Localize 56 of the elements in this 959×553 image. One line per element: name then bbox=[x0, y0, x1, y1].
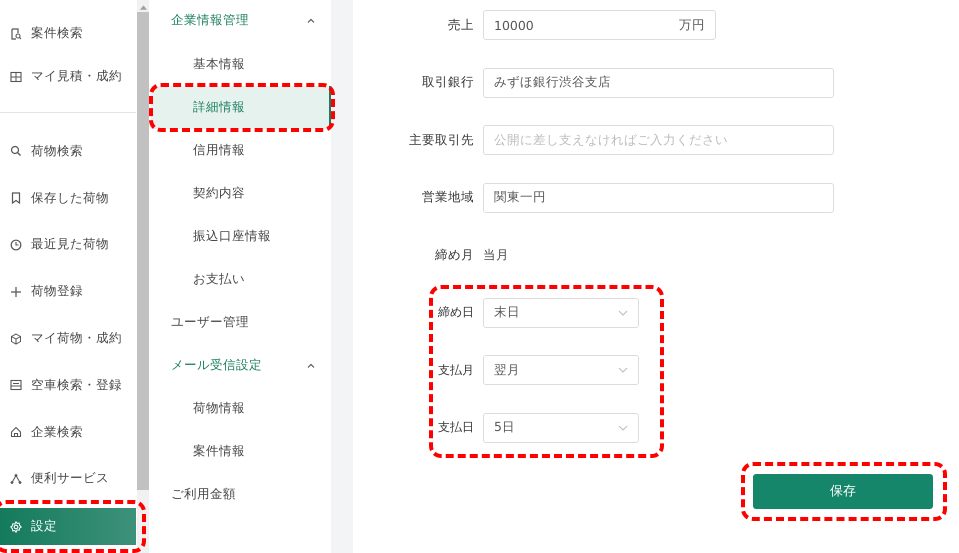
submenu-item[interactable]: 基本情報 bbox=[151, 43, 331, 86]
house-icon bbox=[10, 426, 22, 438]
submenu-item[interactable]: 荷物情報 bbox=[151, 387, 331, 430]
submenu-item[interactable]: 契約内容 bbox=[151, 172, 331, 215]
nav-item[interactable]: 空車検索・登録 bbox=[0, 362, 136, 409]
submenu-item[interactable]: 振込口座情報 bbox=[151, 215, 331, 258]
caret-up-icon[interactable] bbox=[307, 363, 315, 368]
unit-label: 万円 bbox=[679, 16, 705, 34]
submenu-group[interactable]: 企業情報管理 bbox=[151, 0, 331, 40]
grid-icon bbox=[10, 70, 22, 82]
submenu-item[interactable]: ユーザー管理 bbox=[151, 301, 331, 344]
field-label: 締め月 bbox=[434, 246, 475, 264]
input-field[interactable]: 10000 万円 bbox=[483, 10, 716, 40]
nav-item[interactable]: 保存した荷物 bbox=[0, 174, 136, 222]
chevron-down-icon bbox=[618, 367, 628, 374]
plus-icon bbox=[10, 286, 22, 298]
select-field[interactable]: 翌月 bbox=[483, 355, 639, 386]
input-field[interactable]: 関東一円 bbox=[483, 182, 834, 213]
clock-icon bbox=[10, 238, 22, 251]
save-button[interactable]: 保存 bbox=[753, 474, 933, 508]
nav-item[interactable]: 企業検索 bbox=[0, 408, 136, 456]
submenu-item[interactable]: ご利用金額 bbox=[151, 473, 331, 516]
nav-item[interactable]: 便利サービス bbox=[0, 456, 136, 502]
field-label: 売上 bbox=[447, 16, 475, 34]
gear-icon bbox=[10, 520, 22, 533]
network-icon bbox=[10, 472, 22, 485]
chevron-down-icon bbox=[618, 424, 628, 431]
submenu-group[interactable]: メール受信設定 bbox=[151, 344, 331, 387]
field-label: 支払日 bbox=[437, 419, 475, 436]
field-label: 取引銀行 bbox=[421, 74, 475, 92]
field-label: 締め日 bbox=[437, 304, 475, 322]
nav-item[interactable]: 荷物検索 bbox=[0, 128, 136, 175]
search-document-icon bbox=[10, 28, 22, 40]
nav-item[interactable]: マイ見積・成約 bbox=[0, 55, 136, 98]
nav-item[interactable]: 最近見た荷物 bbox=[0, 222, 136, 268]
field-value: 当月 bbox=[483, 246, 509, 264]
submenu-item[interactable]: お支払い bbox=[151, 258, 331, 301]
field-label: 営業地域 bbox=[421, 189, 475, 206]
select-field[interactable]: 末日 bbox=[483, 298, 639, 328]
submenu-item[interactable]: 信用情報 bbox=[151, 129, 331, 172]
nav-item[interactable]: 案件検索 bbox=[0, 12, 136, 55]
nav-item[interactable]: 荷物登録 bbox=[0, 268, 136, 316]
submenu-item[interactable]: 詳細情報 bbox=[151, 86, 331, 129]
submenu-item[interactable]: 案件情報 bbox=[151, 430, 331, 473]
search-icon bbox=[10, 145, 22, 158]
nav-item[interactable]: 設定 bbox=[0, 508, 136, 546]
field-label: 主要取引先 bbox=[408, 132, 475, 149]
field-label: 支払月 bbox=[437, 362, 475, 379]
bookmark-icon bbox=[10, 192, 22, 204]
caret-up-icon[interactable] bbox=[307, 18, 315, 22]
select-field[interactable]: 5日 bbox=[483, 412, 639, 443]
scroll-up-arrow-icon[interactable] bbox=[140, 5, 146, 10]
nav-item[interactable]: マイ荷物・成約 bbox=[0, 315, 136, 362]
cube-icon bbox=[10, 332, 22, 345]
input-field[interactable]: みずほ銀行渋谷支店 bbox=[483, 68, 834, 98]
chevron-down-icon bbox=[618, 310, 628, 316]
